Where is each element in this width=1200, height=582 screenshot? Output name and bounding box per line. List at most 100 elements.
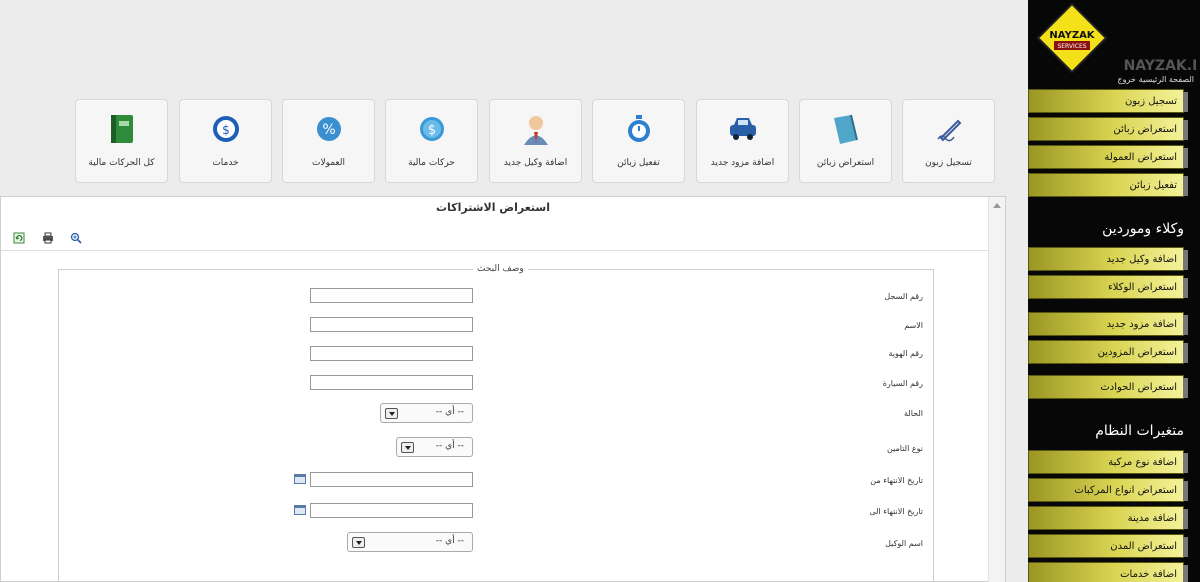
tile-activate-customers[interactable]: تفعيل زبائن: [592, 99, 685, 183]
dollar-tag-icon: $: [213, 116, 239, 142]
sidebar-item-label: اضافة وكيل جديد: [1106, 254, 1177, 265]
sidebar-item-view-suppliers[interactable]: استعراض المزودين: [1028, 340, 1188, 364]
sidebar-item-view-commission[interactable]: استعراض العمولة: [1028, 145, 1188, 169]
sidebar-item-add-services[interactable]: اضافة خدمات: [1028, 562, 1188, 582]
agents-suppliers-heading: وكلاء وموردين: [1102, 221, 1184, 237]
sidebar-item-label: تسجيل زبون: [1124, 96, 1177, 107]
sidebar-item-view-vehicle-types[interactable]: استعراض انواع المركبات: [1028, 478, 1188, 502]
tile-all-transactions[interactable]: كل الحركات مالية: [75, 99, 168, 183]
calendar-icon[interactable]: [294, 474, 306, 484]
expiry-to-label: تاريخ الانتهاء الى: [869, 507, 923, 516]
panel-scrollbar[interactable]: [988, 197, 1005, 582]
sidebar-item-label: اضافة مدينة: [1127, 513, 1177, 524]
top-links: الصفحة الرئيسية خروج: [1114, 75, 1194, 84]
tile-label: كل الحركات مالية: [88, 158, 155, 168]
insurance-type-label: نوع التامين: [887, 444, 923, 453]
name-input[interactable]: [310, 317, 473, 332]
expiry-from-input[interactable]: [310, 472, 473, 487]
status-select-value: -- أي --: [435, 407, 464, 417]
tile-services[interactable]: $ خدمات: [179, 99, 272, 183]
nayzak-logo[interactable]: NAYZAK SERVICES NAYZAK.PS: [1036, 2, 1196, 74]
zoom-icon[interactable]: [70, 232, 82, 244]
agent-name-select-value: -- أي --: [435, 536, 464, 546]
record-no-label: رقم السجل: [884, 292, 923, 301]
dollar-coin-icon: $: [420, 117, 444, 141]
chevron-down-icon[interactable]: [352, 537, 365, 548]
tile-label: تفعيل زبائن: [617, 158, 660, 168]
sidebar-item-view-accidents[interactable]: استعراض الحوادث: [1028, 375, 1188, 399]
sidebar-item-activate-customers[interactable]: تفعيل زبائن: [1028, 173, 1188, 197]
insurance-type-select-value: -- أي --: [435, 441, 464, 451]
svg-text:$: $: [222, 123, 230, 137]
tile-financial-transactions[interactable]: $ حركات مالية: [385, 99, 478, 183]
car-no-label: رقم السيارة: [882, 379, 923, 388]
agent-name-select[interactable]: -- أي --: [347, 532, 473, 552]
toolbar-divider: [1, 250, 988, 251]
sidebar-item-view-cities[interactable]: استعراض المدن: [1028, 534, 1188, 558]
page: تسجيل زبون استعراض زبائن اضافة مزود جديد…: [0, 0, 1200, 582]
chevron-down-icon[interactable]: [401, 442, 414, 453]
logo-site-text: NAYZAK.PS: [1124, 58, 1196, 74]
tile-add-agent[interactable]: اضافة وكيل جديد: [489, 99, 582, 183]
print-icon[interactable]: [42, 232, 54, 244]
page-title: استعراض الاشتراكات: [436, 201, 550, 214]
tile-label: حركات مالية: [408, 158, 455, 168]
book-icon: [834, 114, 858, 144]
sidebar: NAYZAK SERVICES NAYZAK.PS الصفحة الرئيسي…: [1028, 0, 1200, 582]
car-no-input[interactable]: [310, 375, 473, 390]
sidebar-item-label: استعراض زبائن: [1113, 124, 1177, 135]
sidebar-item-label: استعراض المدن: [1110, 541, 1177, 552]
sidebar-item-label: استعراض العمولة: [1104, 152, 1177, 163]
agent-person-icon: [524, 116, 548, 145]
search-fieldset: وصف البحث رقم السجل الاسم رقم الهوية رقم…: [58, 264, 934, 582]
record-no-input[interactable]: [310, 288, 473, 303]
logout-link[interactable]: خروج: [1117, 75, 1135, 84]
sidebar-item-view-agents[interactable]: استعراض الوكلاء: [1028, 275, 1188, 299]
sidebar-item-add-supplier[interactable]: اضافة مزود جديد: [1028, 312, 1188, 336]
subscriptions-panel: استعراض الاشتراكات وصف البحث رقم السجل ا…: [0, 196, 1006, 582]
tile-add-supplier[interactable]: اضافة مزود جديد: [696, 99, 789, 183]
home-link[interactable]: الصفحة الرئيسية: [1139, 75, 1194, 84]
scroll-up-arrow-icon[interactable]: [993, 203, 1001, 208]
status-select[interactable]: -- أي --: [380, 403, 473, 423]
agent-name-label: اسم الوكيل: [885, 539, 923, 548]
sidebar-item-label: اضافة نوع مركبة: [1108, 457, 1177, 468]
name-label: الاسم: [904, 321, 923, 330]
sidebar-item-add-city[interactable]: اضافة مدينة: [1028, 506, 1188, 530]
sidebar-item-label: استعراض الحوادث: [1100, 382, 1177, 393]
expiry-to-input[interactable]: [310, 503, 473, 518]
logo-sub-text: SERVICES: [1057, 43, 1086, 50]
sidebar-item-label: استعراض انواع المركبات: [1074, 485, 1177, 496]
chevron-down-icon[interactable]: [385, 408, 398, 419]
id-no-input[interactable]: [310, 346, 473, 361]
pen-signature-icon: [937, 119, 962, 142]
sidebar-item-register-customer[interactable]: تسجيل زبون: [1028, 89, 1188, 113]
sidebar-item-label: اضافة خدمات: [1120, 569, 1177, 580]
svg-text:$: $: [428, 123, 436, 138]
car-icon: [730, 118, 756, 140]
tile-label: تسجيل زبون: [925, 158, 972, 168]
logo-badge-text: NAYZAK: [1049, 30, 1095, 41]
stopwatch-icon: [628, 115, 650, 142]
calendar-icon[interactable]: [294, 505, 306, 515]
refresh-icon[interactable]: [13, 232, 25, 244]
insurance-type-select[interactable]: -- أي --: [396, 437, 473, 457]
sidebar-item-label: استعراض المزودين: [1097, 347, 1177, 358]
tile-view-customers[interactable]: استعراض زبائن: [799, 99, 892, 183]
tile-label: اضافة وكيل جديد: [503, 158, 568, 168]
search-legend: وصف البحث: [473, 264, 528, 274]
sidebar-item-add-vehicle-type[interactable]: اضافة نوع مركبة: [1028, 450, 1188, 474]
tile-label: استعراض زبائن: [816, 158, 875, 168]
system-variables-heading: متغيرات النظام: [1095, 423, 1184, 439]
svg-text:%: %: [322, 122, 335, 138]
sidebar-item-label: استعراض الوكلاء: [1108, 282, 1177, 293]
tile-label: خدمات: [212, 158, 239, 168]
sidebar-item-label: اضافة مزود جديد: [1106, 319, 1177, 330]
status-label: الحالة: [904, 409, 923, 418]
tile-register-customer[interactable]: تسجيل زبون: [902, 99, 995, 183]
tile-commissions[interactable]: % العمولات: [282, 99, 375, 183]
sidebar-item-view-customers[interactable]: استعراض زبائن: [1028, 117, 1188, 141]
tile-label: العمولات: [311, 158, 346, 168]
sidebar-item-add-agent[interactable]: اضافة وكيل جديد: [1028, 247, 1188, 271]
sidebar-item-label: تفعيل زبائن: [1129, 180, 1178, 191]
